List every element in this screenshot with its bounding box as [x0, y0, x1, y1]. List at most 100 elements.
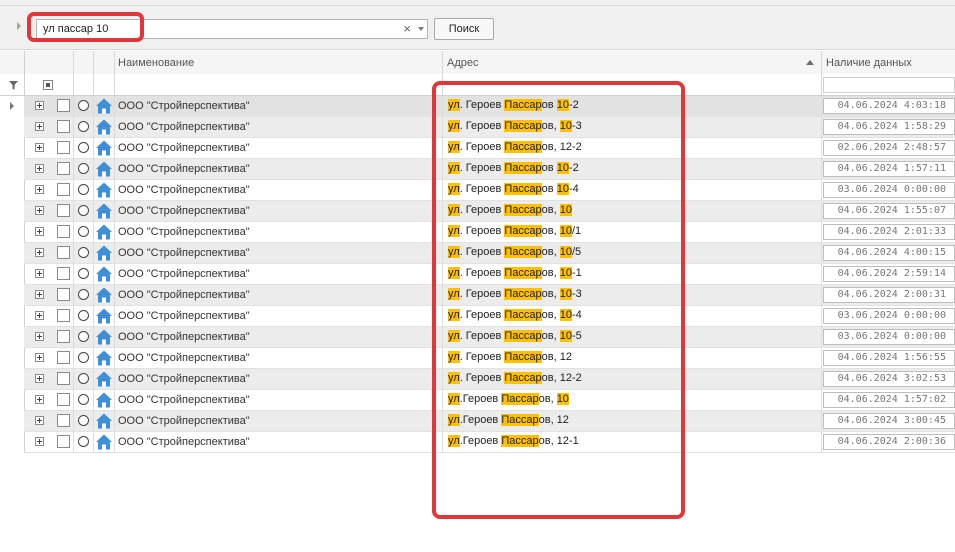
row-checkbox[interactable] [57, 309, 70, 322]
row-checkbox[interactable] [57, 162, 70, 175]
data-presence-filter-input[interactable] [823, 77, 955, 93]
row-radio[interactable] [78, 142, 89, 153]
expand-row-icon[interactable] [35, 101, 44, 110]
cell-separator [821, 180, 822, 201]
cell-separator [821, 369, 822, 390]
column-header-name[interactable]: Наименование [118, 57, 194, 69]
cell-separator [821, 390, 822, 411]
row-checkbox[interactable] [57, 267, 70, 280]
row-radio[interactable] [78, 352, 89, 363]
expand-row-icon[interactable] [35, 332, 44, 341]
address-highlight-frame [432, 81, 685, 519]
cell-separator [821, 327, 822, 348]
row-radio[interactable] [78, 373, 89, 384]
column-header-address[interactable]: Адрес [447, 57, 479, 69]
filter-icon[interactable] [9, 81, 18, 90]
cell-separator [821, 285, 822, 306]
row-checkbox[interactable] [57, 246, 70, 259]
data-presence-date: 04.06.2024 2:01:33 [823, 224, 955, 240]
expand-row-icon[interactable] [35, 143, 44, 152]
select-all-checkbox[interactable] [43, 80, 53, 90]
row-checkbox[interactable] [57, 288, 70, 301]
house-icon [96, 266, 112, 282]
expand-row-icon[interactable] [35, 353, 44, 362]
cell-separator [114, 285, 115, 306]
expand-row-icon[interactable] [35, 374, 44, 383]
row-checkbox[interactable] [57, 183, 70, 196]
search-button[interactable]: Поиск [434, 18, 494, 40]
expand-row-icon[interactable] [35, 206, 44, 215]
cell-separator [73, 180, 74, 201]
cell-separator [114, 243, 115, 264]
organization-name: ООО "Стройперспектива" [118, 310, 250, 322]
expand-row-icon[interactable] [35, 185, 44, 194]
row-radio[interactable] [78, 121, 89, 132]
expand-row-icon[interactable] [35, 248, 44, 257]
cell-separator [821, 432, 822, 453]
cell-separator [821, 138, 822, 159]
row-radio[interactable] [78, 310, 89, 321]
cell-separator [821, 96, 822, 117]
cell-separator [73, 138, 74, 159]
house-icon [96, 413, 112, 429]
row-checkbox[interactable] [57, 372, 70, 385]
expand-row-icon[interactable] [35, 416, 44, 425]
expand-row-icon[interactable] [35, 227, 44, 236]
row-radio[interactable] [78, 205, 89, 216]
clear-search-icon[interactable]: × [403, 21, 411, 37]
column-separator [93, 51, 94, 74]
house-icon [96, 98, 112, 114]
row-checkbox[interactable] [57, 141, 70, 154]
collapse-arrow-icon[interactable] [17, 22, 21, 30]
data-presence-date: 04.06.2024 1:57:11 [823, 161, 955, 177]
column-header-data-presence[interactable]: Наличие данных [826, 57, 912, 69]
cell-separator [93, 369, 94, 390]
cell-separator [114, 96, 115, 117]
data-presence-date: 04.06.2024 1:58:29 [823, 119, 955, 135]
dropdown-arrow-icon[interactable] [418, 27, 424, 31]
expand-row-icon[interactable] [35, 437, 44, 446]
row-checkbox[interactable] [57, 225, 70, 238]
row-checkbox[interactable] [57, 435, 70, 448]
expand-row-icon[interactable] [35, 311, 44, 320]
house-icon [96, 371, 112, 387]
expand-row-icon[interactable] [35, 122, 44, 131]
row-radio[interactable] [78, 394, 89, 405]
expand-row-icon[interactable] [35, 269, 44, 278]
row-radio[interactable] [78, 289, 89, 300]
expand-row-icon[interactable] [35, 290, 44, 299]
row-checkbox[interactable] [57, 99, 70, 112]
cell-separator [73, 96, 74, 117]
row-checkbox[interactable] [57, 393, 70, 406]
row-radio[interactable] [78, 100, 89, 111]
row-radio[interactable] [78, 247, 89, 258]
row-radio[interactable] [78, 436, 89, 447]
row-checkbox[interactable] [57, 414, 70, 427]
data-presence-date: 03.06.2024 0:00:00 [823, 308, 955, 324]
cell-separator [93, 327, 94, 348]
cell-separator [73, 201, 74, 222]
row-radio[interactable] [78, 268, 89, 279]
row-checkbox[interactable] [57, 204, 70, 217]
row-checkbox[interactable] [57, 330, 70, 343]
row-radio[interactable] [78, 163, 89, 174]
column-separator [73, 74, 74, 95]
row-radio[interactable] [78, 226, 89, 237]
cell-separator [93, 138, 94, 159]
organization-name: ООО "Стройперспектива" [118, 289, 250, 301]
row-checkbox[interactable] [57, 351, 70, 364]
expand-row-icon[interactable] [35, 164, 44, 173]
data-presence-date: 04.06.2024 1:57:02 [823, 392, 955, 408]
row-checkbox[interactable] [57, 120, 70, 133]
house-icon [96, 161, 112, 177]
row-radio[interactable] [78, 415, 89, 426]
house-icon [96, 203, 112, 219]
cell-separator [821, 117, 822, 138]
column-separator [114, 51, 115, 74]
expand-row-icon[interactable] [35, 395, 44, 404]
row-radio[interactable] [78, 184, 89, 195]
cell-separator [821, 348, 822, 369]
cell-separator [73, 348, 74, 369]
organization-name: ООО "Стройперспектива" [118, 184, 250, 196]
row-radio[interactable] [78, 331, 89, 342]
